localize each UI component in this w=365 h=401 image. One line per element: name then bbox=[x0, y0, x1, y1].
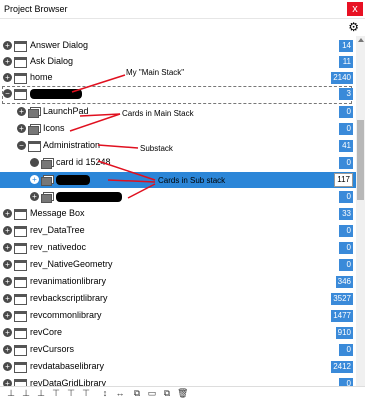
arrow-substack bbox=[97, 144, 139, 149]
align-center-icon[interactable]: ⊥ bbox=[21, 388, 31, 398]
duplicate-icon[interactable]: ⧉ bbox=[162, 388, 172, 398]
align-right-icon[interactable]: ⊥ bbox=[36, 388, 46, 398]
arrow-card2 bbox=[107, 179, 156, 183]
arrow-card3 bbox=[127, 183, 156, 199]
distribute-horizontal-icon[interactable]: ↔ bbox=[115, 388, 125, 398]
distribute-vertical-icon[interactable]: ↕ bbox=[100, 388, 110, 398]
scrollbar[interactable] bbox=[356, 36, 365, 388]
annotation-substack: Substack bbox=[140, 144, 173, 153]
folder-icon[interactable]: ▭ bbox=[147, 388, 157, 398]
trash-icon[interactable]: 🗑 bbox=[177, 388, 188, 398]
annotation-cards-sub: Cards in Sub stack bbox=[158, 176, 226, 185]
align-top-icon[interactable]: ⊤ bbox=[51, 388, 61, 398]
annotation-arrows bbox=[69, 74, 156, 199]
align-bottom-icon[interactable]: ⊤ bbox=[81, 388, 91, 398]
bottom-toolbar: ⊥ ⊥ ⊥ ⊤ ⊤ ⊤ ↕ ↔ ⧉ ▭ ⧉ 🗑 bbox=[0, 386, 365, 401]
arrow-card1 bbox=[97, 160, 156, 181]
align-left-icon[interactable]: ⊥ bbox=[6, 388, 16, 398]
annotation-cards-main: Cards in Main Stack bbox=[122, 109, 194, 118]
copy-icon[interactable]: ⧉ bbox=[132, 388, 142, 398]
align-middle-icon[interactable]: ⊤ bbox=[66, 388, 76, 398]
scroll-up-icon[interactable] bbox=[358, 38, 364, 42]
scroll-thumb[interactable] bbox=[357, 120, 364, 200]
arrow-icons bbox=[69, 113, 121, 132]
annotation-main-stack: My "Main Stack" bbox=[126, 68, 185, 77]
arrow-main-stack bbox=[71, 74, 126, 93]
